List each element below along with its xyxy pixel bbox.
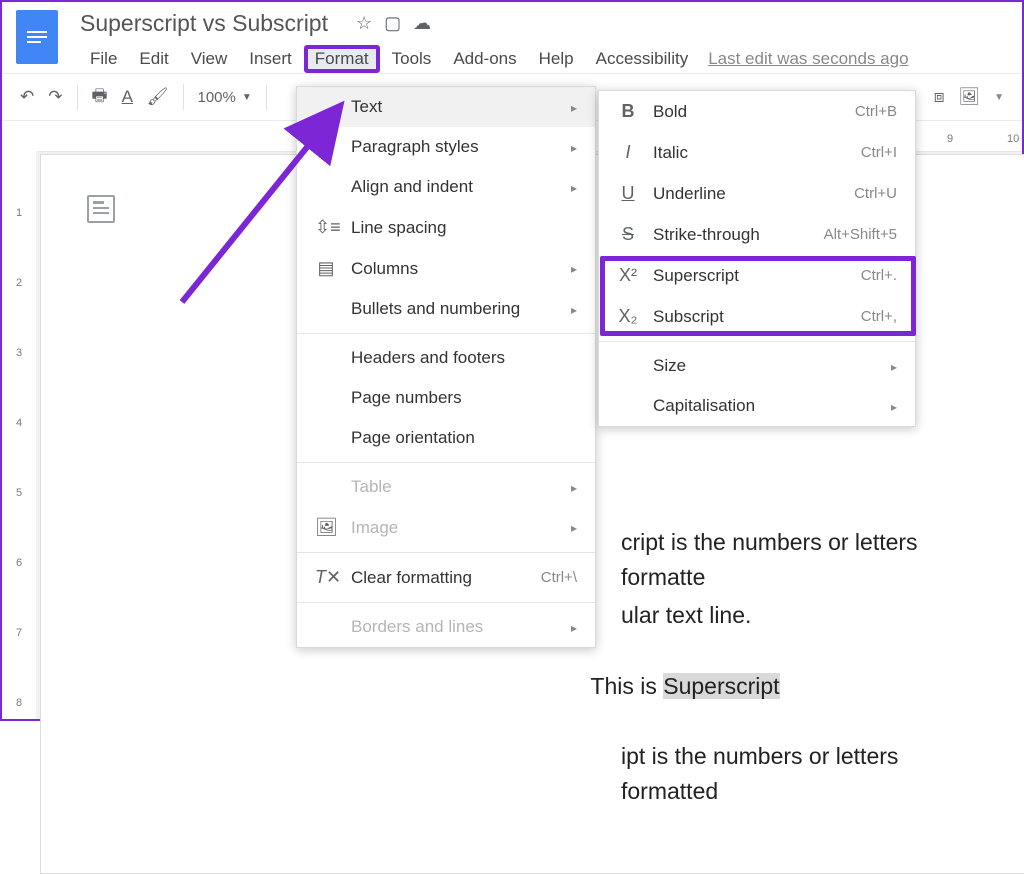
format-text-item[interactable]: Text (297, 87, 595, 127)
format-columns-item[interactable]: ▤Columns (297, 248, 595, 289)
line-spacing-icon: ⇳≡ (315, 217, 337, 238)
body-line-4: ipt is the numbers or letters formatted (621, 739, 949, 808)
move-icon[interactable]: ▢ (384, 13, 401, 34)
body-line-1: cript is the numbers or letters formatte (621, 525, 949, 594)
text-capitalisation-item[interactable]: Capitalisation (599, 386, 915, 426)
italic-icon: I (617, 142, 639, 163)
text-submenu-dropdown: BBoldCtrl+B IItalicCtrl+I UUnderlineCtrl… (598, 90, 916, 427)
format-bullets-item[interactable]: Bullets and numbering (297, 289, 595, 329)
outline-icon[interactable] (87, 195, 115, 223)
vertical-ruler: 1 2 3 4 5 6 7 8 (12, 152, 34, 719)
body-line-3: This is Superscript (421, 669, 949, 704)
insert-image-icon[interactable]: ⧈ (934, 87, 945, 107)
text-subscript-item[interactable]: X₂SubscriptCtrl+, (599, 296, 915, 337)
menu-bar: File Edit View Insert Format Tools Add-o… (80, 45, 909, 73)
document-body[interactable]: cript is the numbers or letters formatte… (621, 525, 949, 808)
superscript-icon: X² (617, 265, 639, 286)
text-size-item[interactable]: Size (599, 346, 915, 386)
menu-file[interactable]: File (80, 46, 127, 72)
subscript-icon: X₂ (617, 306, 639, 327)
document-title-input[interactable] (80, 10, 340, 37)
print-icon[interactable]: 🖶 (92, 83, 108, 112)
format-headers-footers-item[interactable]: Headers and footers (297, 338, 595, 378)
columns-icon: ▤ (315, 258, 337, 279)
format-line-spacing-item[interactable]: ⇳≡Line spacing (297, 207, 595, 248)
format-clear-item[interactable]: T✕Clear formattingCtrl+\ (297, 557, 595, 598)
menu-tools[interactable]: Tools (382, 46, 442, 72)
text-strike-item[interactable]: SStrike-throughAlt+Shift+5 (599, 214, 915, 255)
text-italic-item[interactable]: IItalicCtrl+I (599, 132, 915, 173)
image-icon: 🖼 (315, 517, 337, 538)
menu-format[interactable]: Format (304, 45, 380, 73)
star-icon[interactable]: ☆ (356, 13, 372, 34)
cloud-status-icon: ☁ (413, 13, 431, 34)
format-paragraph-item[interactable]: Paragraph styles (297, 127, 595, 167)
paint-format-icon[interactable]: 🖌 (147, 87, 169, 107)
text-superscript-item[interactable]: X²SuperscriptCtrl+. (599, 255, 915, 296)
menu-insert[interactable]: Insert (239, 46, 302, 72)
format-menu-dropdown: Text Paragraph styles Align and indent ⇳… (296, 86, 596, 648)
format-page-numbers-item[interactable]: Page numbers (297, 378, 595, 418)
format-orientation-item[interactable]: Page orientation (297, 418, 595, 458)
clear-format-icon: T✕ (315, 567, 337, 588)
menu-edit[interactable]: Edit (129, 46, 178, 72)
strikethrough-icon: S (617, 224, 639, 245)
text-underline-item[interactable]: UUnderlineCtrl+U (599, 173, 915, 214)
format-borders-item: Borders and lines (297, 607, 595, 647)
format-table-item: Table (297, 467, 595, 507)
menu-view[interactable]: View (181, 46, 238, 72)
undo-icon[interactable]: ↶ (20, 87, 34, 107)
format-image-item: 🖼Image (297, 507, 595, 548)
last-edit-link[interactable]: Last edit was seconds ago (708, 49, 908, 69)
underline-icon: U (617, 183, 639, 204)
docs-logo-icon[interactable] (16, 10, 58, 64)
menu-help[interactable]: Help (529, 46, 584, 72)
text-bold-item[interactable]: BBoldCtrl+B (599, 91, 915, 132)
menu-addons[interactable]: Add-ons (443, 46, 526, 72)
insert-picture-icon[interactable]: 🖼 (959, 87, 981, 107)
format-align-item[interactable]: Align and indent (297, 167, 595, 207)
zoom-select[interactable]: 100%▼ (198, 89, 252, 106)
redo-icon[interactable]: ↷ (48, 87, 62, 107)
body-line-2: ular text line. (621, 598, 949, 633)
bold-icon: B (617, 101, 639, 122)
spellcheck-icon[interactable]: A (122, 87, 133, 107)
menu-accessibility[interactable]: Accessibility (586, 46, 699, 72)
